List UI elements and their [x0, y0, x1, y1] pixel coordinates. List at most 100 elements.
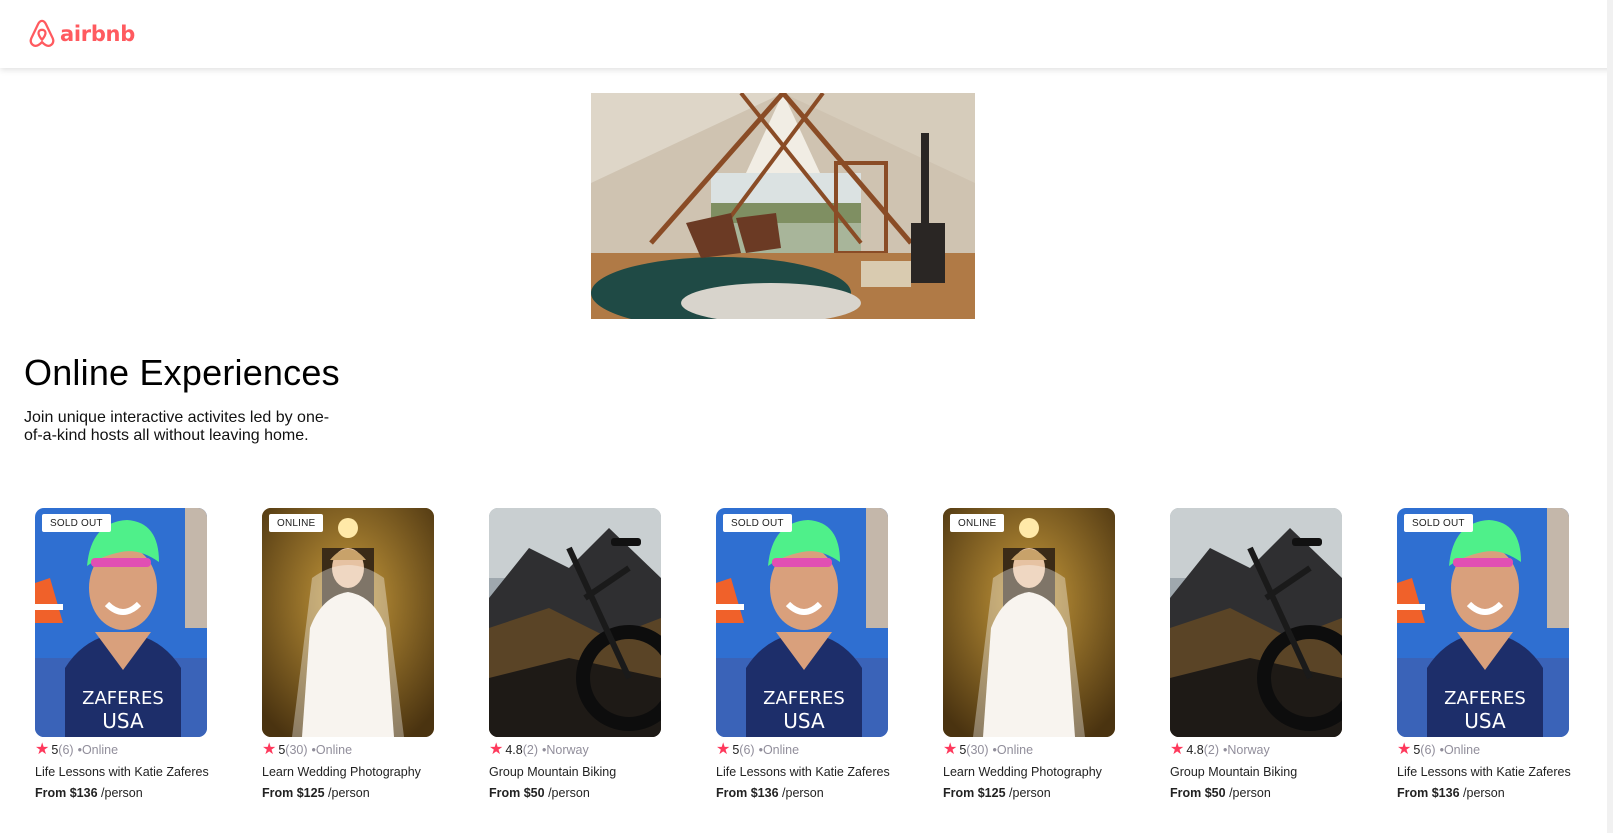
card-rating: 5: [278, 743, 286, 757]
experience-card[interactable]: ★ 4.8 (2) •Norway Group Mountain Biking From …: [489, 508, 665, 800]
status-badge: ONLINE: [950, 514, 1005, 532]
card-title[interactable]: Life Lessons with Katie Zaferes: [716, 765, 892, 779]
card-review-count: (2): [1203, 743, 1220, 757]
card-review-count: (30): [966, 743, 989, 757]
card-price-amount: From $50: [489, 786, 545, 800]
card-rating: 5: [959, 743, 967, 757]
card-photo[interactable]: ONLINE: [943, 508, 1115, 737]
page-subtitle: Join unique interactive activites led by…: [24, 409, 330, 444]
svg-text:USA: USA: [783, 709, 825, 733]
card-photo[interactable]: ZAFERES USA SOLD OUT: [35, 508, 207, 737]
card-price: From $50 /person: [1170, 786, 1346, 800]
card-price-unit: /person: [1463, 786, 1505, 800]
card-title[interactable]: Learn Wedding Photography: [262, 765, 438, 779]
status-badge: SOLD OUT: [723, 514, 792, 532]
card-price-unit: /person: [1229, 786, 1271, 800]
svg-text:ZAFERES: ZAFERES: [763, 688, 845, 709]
card-meta: ★ 5 (6) •Online: [35, 741, 211, 758]
card-photo[interactable]: ONLINE: [262, 508, 434, 737]
card-price-unit: /person: [101, 786, 143, 800]
card-price: From $136 /person: [1397, 786, 1573, 800]
card-title[interactable]: Group Mountain Biking: [489, 765, 665, 779]
card-meta: ★ 5 (6) •Online: [1397, 741, 1573, 758]
card-meta: ★ 5 (30) •Online: [262, 741, 438, 758]
card-meta: ★ 4.8 (2) •Norway: [489, 741, 665, 758]
card-location: •Norway: [1223, 743, 1270, 757]
card-title[interactable]: Learn Wedding Photography: [943, 765, 1119, 779]
experience-card[interactable]: ★ 4.8 (2) •Norway Group Mountain Biking From …: [1170, 508, 1346, 800]
status-badge: SOLD OUT: [42, 514, 111, 532]
card-price-unit: /person: [782, 786, 824, 800]
hero-image: [591, 93, 975, 319]
star-icon: ★: [262, 741, 277, 758]
card-review-count: (6): [1420, 743, 1436, 757]
card-price-unit: /person: [328, 786, 370, 800]
bike-photo: [1170, 508, 1342, 737]
card-price: From $50 /person: [489, 786, 665, 800]
card-price-unit: /person: [548, 786, 590, 800]
cabin-photo: [591, 93, 975, 319]
card-price: From $125 /person: [943, 786, 1119, 800]
card-photo[interactable]: ZAFERES USA SOLD OUT: [716, 508, 888, 737]
card-rating: 5: [732, 743, 740, 757]
experience-card[interactable]: ZAFERES USA SOLD OUT ★ 5 (6) •Online Life Less…: [35, 508, 211, 800]
star-icon: ★: [1170, 741, 1185, 758]
card-price-amount: From $125: [943, 786, 1006, 800]
navbar: airbnb: [0, 0, 1613, 68]
card-price-unit: /person: [1009, 786, 1051, 800]
card-rating: 5: [51, 743, 59, 757]
bike-photo: [489, 508, 661, 737]
svg-text:USA: USA: [102, 709, 144, 733]
status-badge: ONLINE: [269, 514, 324, 532]
card-location: •Norway: [542, 743, 589, 757]
card-price-amount: From $125: [262, 786, 325, 800]
brand-name: airbnb: [60, 22, 135, 46]
card-price-amount: From $136: [35, 786, 98, 800]
star-icon: ★: [943, 741, 958, 758]
card-location: •Online: [77, 743, 119, 757]
svg-text:ZAFERES: ZAFERES: [1444, 688, 1526, 709]
bride-photo: [943, 508, 1115, 737]
swimmer-photo: ZAFERES USA: [35, 508, 207, 737]
card-photo[interactable]: [489, 508, 661, 737]
card-rating: 5: [1413, 743, 1421, 757]
airbnb-logo[interactable]: airbnb: [28, 19, 135, 49]
experience-card[interactable]: ZAFERES USA SOLD OUT ★ 5 (6) •Online Life Less…: [1397, 508, 1573, 800]
card-review-count: (6): [739, 743, 755, 757]
svg-text:ZAFERES: ZAFERES: [82, 688, 164, 709]
card-meta: ★ 5 (30) •Online: [943, 741, 1119, 758]
card-title[interactable]: Life Lessons with Katie Zaferes: [35, 765, 211, 779]
card-price: From $125 /person: [262, 786, 438, 800]
card-review-count: (6): [58, 743, 74, 757]
scrollbar[interactable]: [1607, 0, 1613, 833]
swimmer-photo: ZAFERES USA: [1397, 508, 1569, 737]
star-icon: ★: [489, 741, 504, 758]
intro-section: Online Experiences Join unique interacti…: [24, 350, 384, 444]
card-price-amount: From $50: [1170, 786, 1226, 800]
card-rating: 4.8: [505, 743, 523, 757]
card-price: From $136 /person: [716, 786, 892, 800]
card-location: •Online: [758, 743, 800, 757]
card-meta: ★ 5 (6) •Online: [716, 742, 892, 758]
card-review-count: (2): [522, 743, 539, 757]
card-photo[interactable]: [1170, 508, 1342, 737]
star-icon: ★: [1397, 741, 1412, 758]
card-title[interactable]: Group Mountain Biking: [1170, 765, 1346, 779]
card-location: •Online: [311, 743, 353, 757]
card-meta: ★ 4.8 (2) •Norway: [1170, 741, 1346, 758]
card-photo[interactable]: ZAFERES USA SOLD OUT: [1397, 508, 1569, 737]
card-title[interactable]: Life Lessons with Katie Zaferes: [1397, 765, 1573, 779]
card-price-amount: From $136: [716, 786, 779, 800]
card-price: From $136 /person: [35, 786, 211, 800]
experience-card[interactable]: ONLINE ★ 5 (30) •Online Learn Wedding Photogr…: [943, 508, 1119, 800]
card-rating: 4.8: [1186, 743, 1204, 757]
card-location: •Online: [1439, 743, 1481, 757]
bride-photo: [262, 508, 434, 737]
status-badge: SOLD OUT: [1404, 514, 1473, 532]
card-location: •Online: [992, 743, 1034, 757]
experience-card[interactable]: ONLINE ★ 5 (30) •Online Learn Wedding Photogr…: [262, 508, 438, 800]
experience-card[interactable]: ZAFERES USA SOLD OUT ★ 5 (6) •Online Life Less…: [716, 508, 892, 800]
airbnb-logo-icon: [29, 19, 55, 48]
card-review-count: (30): [285, 743, 308, 757]
star-icon: ★: [35, 741, 50, 758]
